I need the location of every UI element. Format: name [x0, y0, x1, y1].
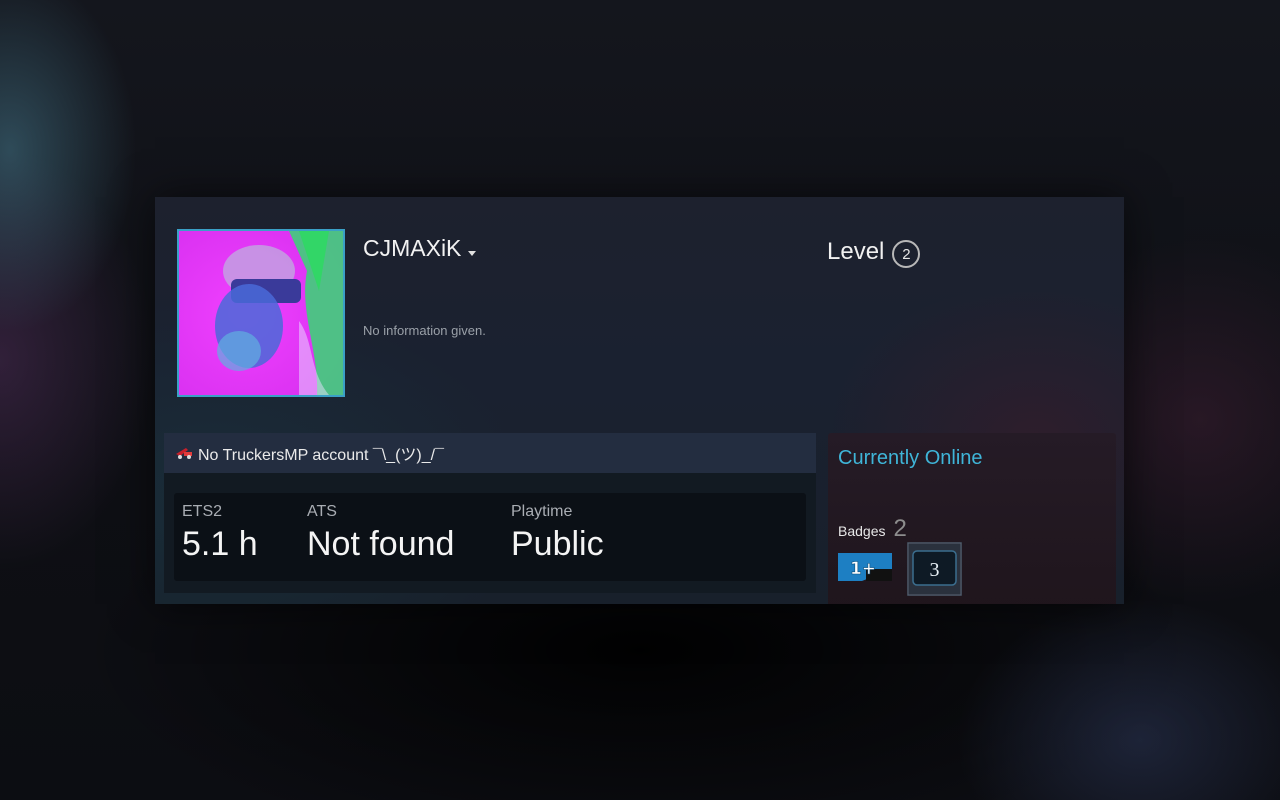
- stat-playtime: Playtime Public: [511, 503, 604, 564]
- avatar[interactable]: [177, 229, 345, 397]
- truckersmp-header: No TruckersMP account ¯\_(ツ)_/¯: [164, 433, 816, 473]
- username-dropdown[interactable]: CJMAXiK: [363, 235, 477, 262]
- stat-value: 5.1 h: [182, 525, 258, 563]
- stat-value: Public: [511, 525, 604, 563]
- badge-text: 3: [930, 559, 940, 581]
- truck-icon: [176, 448, 192, 459]
- stat-ats: ATS Not found: [307, 503, 454, 564]
- stat-value: Not found: [307, 525, 455, 563]
- avatar-image: [179, 231, 343, 395]
- badge-text: 1+: [850, 559, 876, 579]
- profile-card: CJMAXiK No information given. Level 2 No…: [155, 197, 1124, 604]
- profile-level: Level 2: [827, 235, 921, 268]
- years-of-service-badge-icon[interactable]: 1+: [838, 543, 892, 586]
- profile-summary: No information given.: [363, 323, 486, 338]
- right-column: Currently Online Badges 2 1+ 3: [828, 433, 1116, 604]
- level-badge: 2: [892, 240, 921, 268]
- chevron-down-icon: [468, 250, 477, 256]
- game-collector-badge-icon[interactable]: 3: [907, 542, 962, 601]
- stat-ets2: ETS2 5.1 h: [182, 503, 258, 564]
- stats-box: ETS2 5.1 h ATS Not found Playtime Public: [174, 493, 806, 581]
- badges-count: 2: [893, 515, 907, 542]
- collector-badge-graphic: 3: [907, 542, 962, 596]
- stat-label: ATS: [307, 503, 337, 520]
- stat-label: ETS2: [182, 503, 223, 520]
- username: CJMAXiK: [363, 235, 462, 261]
- online-status: Currently Online: [838, 447, 983, 469]
- truckersmp-panel: No TruckersMP account ¯\_(ツ)_/¯ ETS2 5.1…: [164, 433, 816, 593]
- badges-label: Badges: [838, 523, 886, 539]
- truckersmp-header-text: No TruckersMP account ¯\_(ツ)_/¯: [198, 447, 444, 464]
- badges-link[interactable]: Badges 2: [838, 515, 907, 543]
- stat-label: Playtime: [511, 503, 573, 520]
- years-badge-graphic: 1+: [838, 553, 892, 581]
- level-label: Level: [827, 237, 885, 265]
